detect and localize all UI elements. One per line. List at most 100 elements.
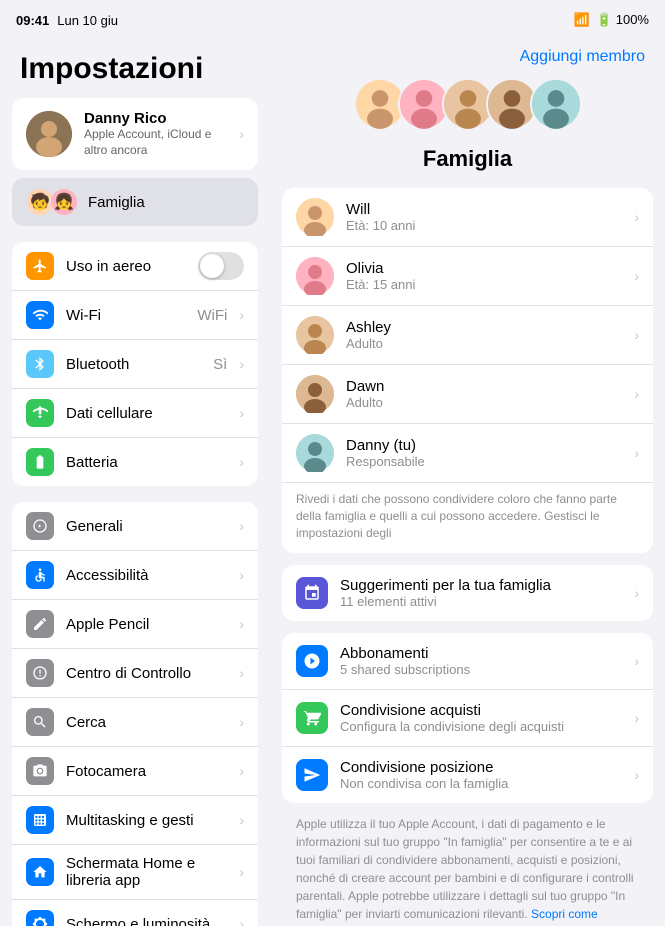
schermo-luminosita-chevron: ›: [239, 916, 244, 926]
settings-item-cerca[interactable]: Cerca ›: [12, 698, 258, 747]
danny-role: Responsabile: [346, 454, 622, 469]
batteria-icon: [26, 448, 54, 476]
suggestions-card: Suggerimenti per la tua famiglia 11 elem…: [282, 565, 653, 621]
settings-item-apple-pencil[interactable]: Apple Pencil ›: [12, 600, 258, 649]
ashley-role: Adulto: [346, 336, 622, 351]
settings-item-schermo-luminosita[interactable]: Schermo e luminosità ›: [12, 900, 258, 926]
suggestions-subtitle: 11 elementi attivi: [340, 594, 622, 609]
abbonamenti-title: Abbonamenti: [340, 645, 622, 662]
suggestions-title: Suggerimenti per la tua famiglia: [340, 577, 622, 594]
settings-item-bluetooth[interactable]: Bluetooth Sì ›: [12, 340, 258, 389]
settings-item-schermata-home[interactable]: Schermata Home e libreria app ›: [12, 845, 258, 900]
wifi-icon: 📶: [574, 12, 590, 28]
bluetooth-value: Sì: [213, 356, 227, 373]
settings-item-wifi[interactable]: Wi-Fi WiFi ›: [12, 291, 258, 340]
sidebar: Impostazioni Danny Rico Apple Account, i…: [0, 36, 270, 926]
accessibilita-label: Accessibilità: [66, 567, 227, 584]
cerca-icon: [26, 708, 54, 736]
schermata-home-icon: [26, 858, 54, 886]
fotocamera-chevron: ›: [239, 763, 244, 779]
accessibilita-chevron: ›: [239, 567, 244, 583]
condivisione-posizione-item[interactable]: Condivisione posizione Non condivisa con…: [282, 747, 653, 803]
suggestions-item[interactable]: Suggerimenti per la tua famiglia 11 elem…: [282, 565, 653, 621]
main-container: Impostazioni Danny Rico Apple Account, i…: [0, 36, 665, 926]
family-member-danny[interactable]: Danny (tu) Responsabile ›: [282, 424, 653, 483]
settings-item-batteria[interactable]: Batteria ›: [12, 438, 258, 486]
sidebar-title: Impostazioni: [0, 36, 270, 98]
suggestions-icon: [296, 577, 328, 609]
apple-pencil-chevron: ›: [239, 616, 244, 632]
schermo-luminosita-icon: [26, 910, 54, 926]
add-member-button[interactable]: Aggiungi membro: [520, 48, 645, 66]
settings-item-generali[interactable]: Generali ›: [12, 502, 258, 551]
abbonamenti-icon: [296, 645, 328, 677]
centro-controllo-icon: [26, 659, 54, 687]
settings-item-multitasking[interactable]: Multitasking e gesti ›: [12, 796, 258, 845]
ashley-avatar: [296, 316, 334, 354]
user-profile-card[interactable]: Danny Rico Apple Account, iCloud e altro…: [12, 98, 258, 170]
will-chevron: ›: [634, 209, 639, 225]
right-header: Aggiungi membro: [270, 36, 665, 78]
will-avatar: [296, 198, 334, 236]
schermata-home-label: Schermata Home e libreria app: [66, 855, 227, 889]
will-info: Will Età: 10 anni: [346, 201, 622, 233]
family-member-will[interactable]: Will Età: 10 anni ›: [282, 188, 653, 247]
abbonamenti-info: Abbonamenti 5 shared subscriptions: [340, 645, 622, 677]
generali-icon: [26, 512, 54, 540]
famiglia-item[interactable]: 🧒 👧 Famiglia: [12, 178, 258, 226]
uso-in-aereo-toggle[interactable]: [198, 252, 244, 280]
danny-chevron: ›: [634, 445, 639, 461]
will-role: Età: 10 anni: [346, 218, 622, 233]
user-card-chevron: ›: [239, 126, 244, 142]
privacy-link[interactable]: Scopri come vengono gestiti i tuoi dati.…: [296, 907, 598, 926]
family-member-olivia[interactable]: Olivia Età: 15 anni ›: [282, 247, 653, 306]
bluetooth-label: Bluetooth: [66, 356, 201, 373]
olivia-name: Olivia: [346, 260, 622, 277]
ashley-chevron: ›: [634, 327, 639, 343]
bluetooth-chevron: ›: [239, 356, 244, 372]
condivisione-posizione-subtitle: Non condivisa con la famiglia: [340, 776, 622, 791]
wifi-value: WiFi: [197, 307, 227, 324]
condivisione-acquisti-title: Condivisione acquisti: [340, 702, 622, 719]
uso-in-aereo-icon: [26, 252, 54, 280]
family-member-dawn[interactable]: Dawn Adulto ›: [282, 365, 653, 424]
multitasking-label: Multitasking e gesti: [66, 812, 227, 829]
family-avatars-section: [270, 78, 665, 138]
generali-chevron: ›: [239, 518, 244, 534]
suggestions-info: Suggerimenti per la tua famiglia 11 elem…: [340, 577, 622, 609]
condivisione-posizione-chevron: ›: [634, 767, 639, 783]
centro-controllo-label: Centro di Controllo: [66, 665, 227, 682]
family-title: Famiglia: [290, 146, 645, 172]
multitasking-chevron: ›: [239, 812, 244, 828]
status-time: 09:41: [16, 13, 49, 28]
toggle-knob: [200, 254, 224, 278]
condivisione-acquisti-item[interactable]: Condivisione acquisti Configura la condi…: [282, 690, 653, 747]
status-bar: 09:41 Lun 10 giu 📶 🔋 100%: [0, 0, 665, 36]
will-name: Will: [346, 201, 622, 218]
condivisione-acquisti-info: Condivisione acquisti Configura la condi…: [340, 702, 622, 734]
battery-icon: 🔋 100%: [596, 12, 649, 28]
schermo-luminosita-label: Schermo e luminosità: [66, 916, 227, 926]
olivia-info: Olivia Età: 15 anni: [346, 260, 622, 292]
apple-pencil-label: Apple Pencil: [66, 616, 227, 633]
settings-item-accessibilita[interactable]: Accessibilità ›: [12, 551, 258, 600]
settings-item-dati-cellulare[interactable]: Dati cellulare ›: [12, 389, 258, 438]
accessibilita-icon: [26, 561, 54, 589]
settings-item-fotocamera[interactable]: Fotocamera ›: [12, 747, 258, 796]
settings-item-uso-in-aereo[interactable]: Uso in aereo: [12, 242, 258, 291]
apple-pencil-icon: [26, 610, 54, 638]
olivia-role: Età: 15 anni: [346, 277, 622, 292]
dati-cellulare-chevron: ›: [239, 405, 244, 421]
privacy-note: Apple utilizza il tuo Apple Account, i d…: [282, 815, 653, 926]
condivisione-posizione-info: Condivisione posizione Non condivisa con…: [340, 759, 622, 791]
family-members-list: Will Età: 10 anni › Olivia Età: 15 anni …: [282, 188, 653, 553]
condivisione-acquisti-chevron: ›: [634, 710, 639, 726]
dawn-chevron: ›: [634, 386, 639, 402]
dati-cellulare-label: Dati cellulare: [66, 405, 227, 422]
wifi-label: Wi-Fi: [66, 307, 185, 324]
family-member-ashley[interactable]: Ashley Adulto ›: [282, 306, 653, 365]
danny-avatar: [296, 434, 334, 472]
abbonamenti-item[interactable]: Abbonamenti 5 shared subscriptions ›: [282, 633, 653, 690]
settings-item-centro-controllo[interactable]: Centro di Controllo ›: [12, 649, 258, 698]
family-title-section: Famiglia: [270, 142, 665, 188]
